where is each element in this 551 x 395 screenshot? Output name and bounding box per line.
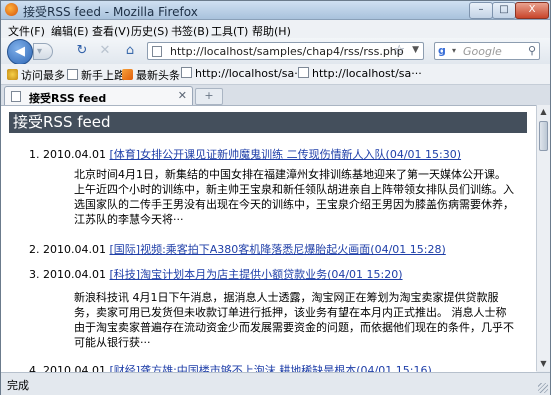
- item-number: 2.: [29, 243, 40, 256]
- resize-grip[interactable]: [538, 383, 548, 393]
- scroll-down-icon[interactable]: ▼: [539, 359, 548, 369]
- tab-bar: 接受RSS feed ✕ +: [1, 85, 550, 105]
- item-number: 4.: [29, 364, 40, 372]
- stop-icon[interactable]: ✕: [97, 43, 113, 59]
- forward-button[interactable]: ▾: [33, 43, 53, 60]
- item-link[interactable]: [体育]女排公开课见证新帅魔鬼训练 二传现伤情新人入队(04/01 15:30): [109, 148, 461, 161]
- scroll-up-icon[interactable]: ▲: [539, 107, 548, 117]
- item-date: 2010.04.01: [43, 268, 106, 281]
- page-icon: [181, 67, 192, 78]
- item-date: 2010.04.01: [43, 243, 106, 256]
- url-dropdown-icon[interactable]: ▼: [412, 45, 419, 55]
- status-bar: 完成: [1, 372, 550, 395]
- browser-window: 接受RSS feed - Mozilla Firefox – □ X 文件(F)…: [0, 0, 551, 395]
- bookmark-star-icon[interactable]: ☆: [393, 43, 405, 58]
- item-description: 北京时间4月1日，新集结的中国女排在福建漳州女排训练基地迎来了第一天媒体公开课。…: [74, 168, 514, 226]
- rss-icon: [122, 69, 133, 80]
- status-text: 完成: [7, 379, 29, 392]
- search-icon[interactable]: ⚲: [528, 44, 536, 57]
- close-window-button[interactable]: X: [515, 2, 549, 19]
- bookmark-getting-started[interactable]: 新手上路: [67, 67, 125, 83]
- window-title: 接受RSS feed - Mozilla Firefox: [23, 5, 198, 19]
- item-date: 2010.04.01: [43, 364, 106, 372]
- menu-history[interactable]: 历史(S): [131, 23, 169, 39]
- search-box[interactable]: g ▾ Google ⚲: [434, 42, 540, 60]
- menu-tools[interactable]: 工具(T): [211, 23, 248, 39]
- star-icon: [7, 69, 18, 80]
- feed-item: 2. 2010.04.01 [国际]视频:乘客拍下A380客机降落悉尼爆胎起火画…: [29, 241, 446, 257]
- page-icon: [152, 46, 162, 57]
- menu-edit[interactable]: 编辑(E): [51, 23, 89, 39]
- tab-page-icon: [11, 91, 21, 102]
- reload-icon[interactable]: ↻: [74, 43, 90, 59]
- scroll-thumb[interactable]: [539, 121, 548, 151]
- page-icon: [298, 67, 309, 78]
- menu-file[interactable]: 文件(F): [8, 23, 45, 39]
- maximize-button[interactable]: □: [492, 2, 516, 19]
- search-engine-dropdown-icon[interactable]: ▾: [452, 46, 456, 55]
- item-number: 1.: [29, 148, 40, 161]
- tab-label: 接受RSS feed: [29, 92, 107, 105]
- item-link[interactable]: [国际]视频:乘客拍下A380客机降落悉尼爆胎起火画面(04/01 15:28): [109, 243, 445, 256]
- feed-item: 4. 2010.04.01 [财经]龚方雄:中国楼市够不上泡沫 耕地稀缺是根本(…: [29, 362, 432, 372]
- minimize-button[interactable]: –: [469, 2, 493, 19]
- item-link[interactable]: [科技]淘宝计划本月为店主提供小额贷款业务(04/01 15:20): [109, 268, 402, 281]
- feed-item: 1. 2010.04.01 [体育]女排公开课见证新帅魔鬼训练 二传现伤情新人入…: [29, 146, 461, 162]
- back-arrow-icon: ◀: [15, 44, 25, 59]
- bookmark-latest-headlines[interactable]: 最新头条: [122, 67, 180, 83]
- item-description: 新浪科技讯 4月1日下午消息，据消息人士透露，淘宝网正在筹划为淘宝卖家提供贷款服…: [74, 291, 514, 349]
- new-tab-button[interactable]: +: [195, 88, 223, 105]
- bookmark-most-visited[interactable]: 访问最多: [7, 67, 65, 83]
- menu-bar: 文件(F) 编辑(E) 查看(V) 历史(S) 书签(B) 工具(T) 帮助(H…: [1, 20, 550, 38]
- navigation-toolbar: ◀ ▾ ↻ ✕ ⌂ http://localhost/samples/chap4…: [1, 38, 550, 65]
- forward-dropdown-icon: ▾: [37, 46, 43, 57]
- search-input[interactable]: Google: [463, 45, 502, 58]
- bookmark-localhost-1[interactable]: http://localhost/sa···: [181, 67, 305, 80]
- menu-help[interactable]: 帮助(H): [252, 23, 291, 39]
- bookmark-localhost-2[interactable]: http://localhost/sa···: [298, 67, 422, 80]
- bookmarks-toolbar: 访问最多 新手上路 最新头条 http://localhost/sa··· ht…: [1, 64, 550, 85]
- bookmark-icon: [67, 69, 78, 80]
- menu-view[interactable]: 查看(V): [92, 23, 130, 39]
- tab-close-icon[interactable]: ✕: [178, 89, 187, 102]
- menu-bookmarks[interactable]: 书签(B): [171, 23, 209, 39]
- vertical-scrollbar[interactable]: ▲ ▼: [536, 105, 550, 371]
- firefox-icon: [5, 3, 18, 16]
- item-link[interactable]: [财经]龚方雄:中国楼市够不上泡沫 耕地稀缺是根本(04/01 15:16): [109, 364, 431, 372]
- page-content: 接受RSS feed 1. 2010.04.01 [体育]女排公开课见证新帅魔鬼…: [1, 105, 536, 372]
- feed-item: 3. 2010.04.01 [科技]淘宝计划本月为店主提供小额贷款业务(04/0…: [29, 266, 403, 282]
- url-bar[interactable]: http://localhost/samples/chap4/rss/rss.p…: [147, 42, 424, 60]
- url-text[interactable]: http://localhost/samples/chap4/rss/rss.p…: [170, 45, 404, 58]
- home-icon[interactable]: ⌂: [122, 43, 138, 59]
- item-date: 2010.04.01: [43, 148, 106, 161]
- page-heading: 接受RSS feed: [9, 112, 527, 133]
- title-bar: 接受RSS feed - Mozilla Firefox – □ X: [1, 1, 550, 20]
- back-button[interactable]: ◀: [7, 39, 33, 65]
- item-number: 3.: [29, 268, 40, 281]
- google-icon[interactable]: g: [438, 44, 451, 58]
- tab-rss-feed[interactable]: 接受RSS feed ✕: [4, 86, 193, 105]
